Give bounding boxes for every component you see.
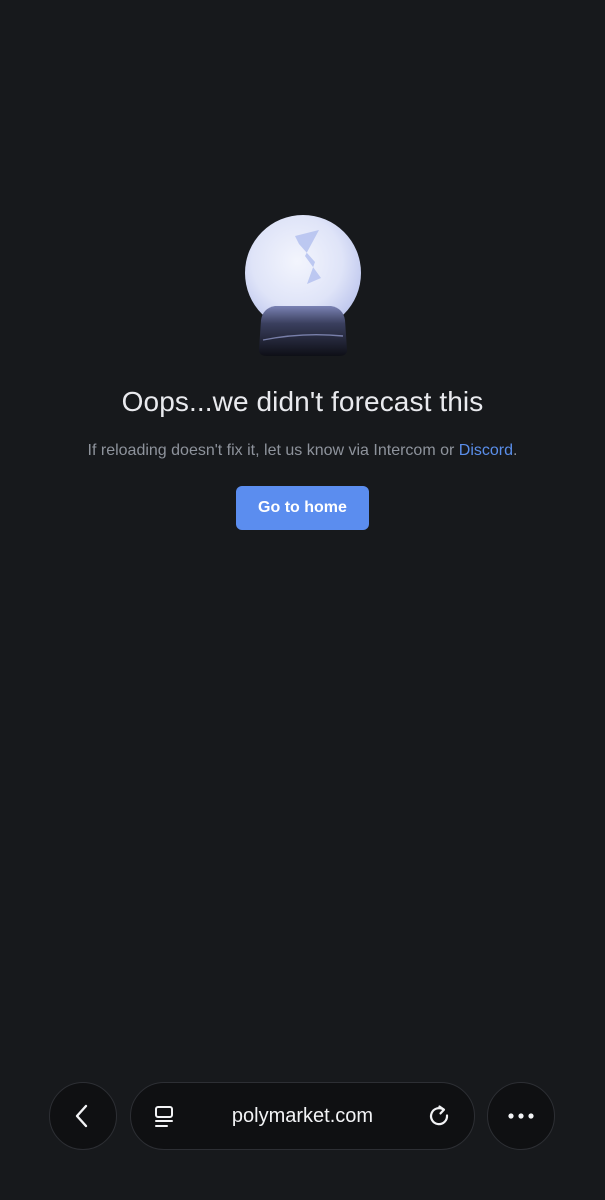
back-button[interactable] bbox=[49, 1082, 117, 1150]
error-subtitle: If reloading doesn't fix it, let us know… bbox=[88, 442, 518, 460]
address-bar[interactable]: polymarket.com bbox=[130, 1082, 475, 1150]
error-title: Oops...we didn't forecast this bbox=[121, 386, 484, 417]
subtitle-text: If reloading doesn't fix it, let us know… bbox=[87, 442, 459, 459]
reload-icon[interactable] bbox=[426, 1103, 454, 1131]
subtitle-suffix: . bbox=[513, 442, 518, 459]
more-dots-icon bbox=[508, 1113, 534, 1119]
more-button[interactable] bbox=[487, 1082, 555, 1150]
discord-link[interactable]: Discord bbox=[459, 442, 513, 459]
page-layout-icon[interactable] bbox=[151, 1103, 179, 1131]
browser-toolbar: polymarket.com bbox=[0, 1082, 605, 1152]
error-container: Oops...we didn't forecast this If reload… bbox=[0, 200, 605, 530]
crystal-ball-icon bbox=[244, 215, 361, 356]
go-to-home-button[interactable]: Go to home bbox=[236, 486, 369, 530]
chevron-left-icon bbox=[75, 1104, 88, 1128]
url-text[interactable]: polymarket.com bbox=[131, 1105, 474, 1128]
